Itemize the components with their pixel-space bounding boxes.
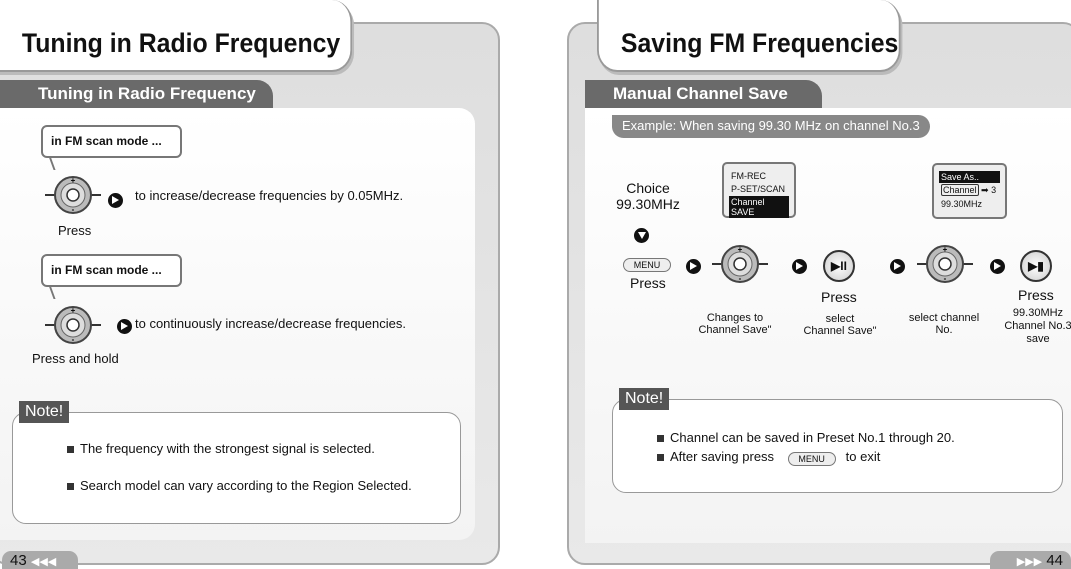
bullet-icon — [657, 454, 664, 461]
choice-freq: 99.30MHz — [616, 196, 680, 212]
press-label: Press — [1018, 287, 1054, 303]
caption-line: 99.30MHz — [1012, 307, 1064, 319]
caption-line: save — [1026, 333, 1050, 345]
caption-line: Channel No.3 — [1004, 320, 1071, 332]
lcd-item: P-SET/SCAN — [731, 184, 786, 194]
arrow-right-icon — [108, 193, 123, 208]
bullet-icon — [67, 483, 74, 490]
step2-text: to continuously increase/decrease freque… — [135, 316, 406, 331]
page-title: Tuning in Radio Frequency — [0, 0, 353, 72]
note-text: to exit — [845, 449, 881, 464]
lcd-line: Save As.. — [939, 171, 1000, 183]
play-pause-button[interactable]: ▶▮ — [1020, 250, 1052, 282]
lcd-number: 3 — [991, 185, 997, 195]
arrow-right-icon — [890, 259, 905, 274]
menu-button-inline: MENU — [787, 452, 836, 466]
lcd-item: FM-REC — [731, 171, 766, 181]
note-text: Channel can be saved in Preset No.1 thro… — [670, 430, 955, 445]
back-arrows-icon: ◀◀◀ — [30, 556, 57, 568]
mode-bubble: in FM scan mode ... — [41, 254, 182, 287]
note-text: After saving press — [670, 449, 775, 464]
note-item: Search model can vary according to the R… — [67, 478, 412, 493]
caption-line: select channel — [908, 312, 980, 324]
lcd-line: Channel ➡ 3 — [941, 184, 997, 196]
note-item: The frequency with the strongest signal … — [67, 441, 375, 456]
lcd-channel: Channel — [941, 184, 979, 196]
note-item: After saving press MENU to exit — [657, 449, 881, 466]
section-title: Tuning in Radio Frequency — [0, 80, 273, 110]
page-number-text: 44 — [1046, 552, 1063, 569]
note-label: Note! — [19, 401, 70, 423]
lcd-item-selected: Channel SAVE — [729, 196, 789, 218]
press-label: Press — [630, 275, 666, 291]
page-number-text: 43 — [10, 552, 27, 569]
section-title: Manual Channel Save — [585, 80, 822, 110]
example-text: Example: When saving 99.30 MHz on channe… — [622, 118, 920, 133]
arrow-right-icon — [117, 319, 132, 334]
lcd-line: 99.30MHz — [941, 199, 983, 209]
step2-action: Press and hold — [32, 351, 119, 366]
lcd-channel-screen: Save As.. Channel ➡ 3 99.30MHz — [932, 163, 1007, 219]
bullet-icon — [657, 435, 664, 442]
arrow-down-icon — [634, 228, 649, 243]
lcd-menu-screen: FM-REC P-SET/SCAN Channel SAVE — [722, 162, 796, 218]
dial-icon — [915, 244, 975, 284]
page-title: Saving FM Frequencies — [597, 0, 901, 72]
caption-line: select — [825, 313, 855, 325]
choice-text: Choice — [626, 180, 670, 196]
dial-icon — [43, 175, 103, 215]
example-pill: Example: When saving 99.30 MHz on channe… — [612, 115, 930, 138]
caption-line: Channel Save" — [803, 325, 877, 337]
step1-action: Press — [58, 223, 92, 238]
press-label: Press — [821, 289, 857, 305]
play-pause-button[interactable]: ▶II — [823, 250, 855, 282]
step1-text: to increase/decrease frequencies by 0.05… — [135, 188, 404, 203]
dial-icon — [43, 305, 103, 345]
page-number: 43 ◀◀◀ — [2, 551, 78, 569]
caption-line: No. — [935, 324, 953, 336]
note-text: Search model can vary according to the R… — [80, 478, 412, 493]
menu-button[interactable]: MENU — [623, 258, 671, 272]
mode-bubble: in FM scan mode ... — [41, 125, 182, 158]
choice-label: Choice 99.30MHz — [608, 180, 688, 212]
dial-icon — [710, 244, 770, 284]
arrow-right-icon — [686, 259, 701, 274]
page-number: ▶▶▶ 44 — [990, 551, 1071, 569]
note-label: Note! — [619, 388, 670, 410]
caption: Changes to Channel Save" — [690, 312, 780, 336]
note-box: Note! The frequency with the strongest s… — [12, 401, 461, 524]
note-item: Channel can be saved in Preset No.1 thro… — [657, 430, 955, 445]
arrow-right-icon — [792, 259, 807, 274]
bullet-icon — [67, 446, 74, 453]
caption: 99.30MHz Channel No.3 save — [1000, 307, 1071, 346]
caption: select channel No. — [900, 312, 988, 336]
caption-line: Changes to — [706, 312, 764, 324]
note-box: Note! Channel can be saved in Preset No.… — [612, 388, 1063, 493]
caption-line: Channel Save" — [698, 324, 772, 336]
arrow-right-icon — [990, 259, 1005, 274]
caption: select Channel Save" — [795, 313, 885, 337]
note-text: The frequency with the strongest signal … — [80, 441, 375, 456]
forward-arrows-icon: ▶▶▶ — [1016, 556, 1043, 568]
